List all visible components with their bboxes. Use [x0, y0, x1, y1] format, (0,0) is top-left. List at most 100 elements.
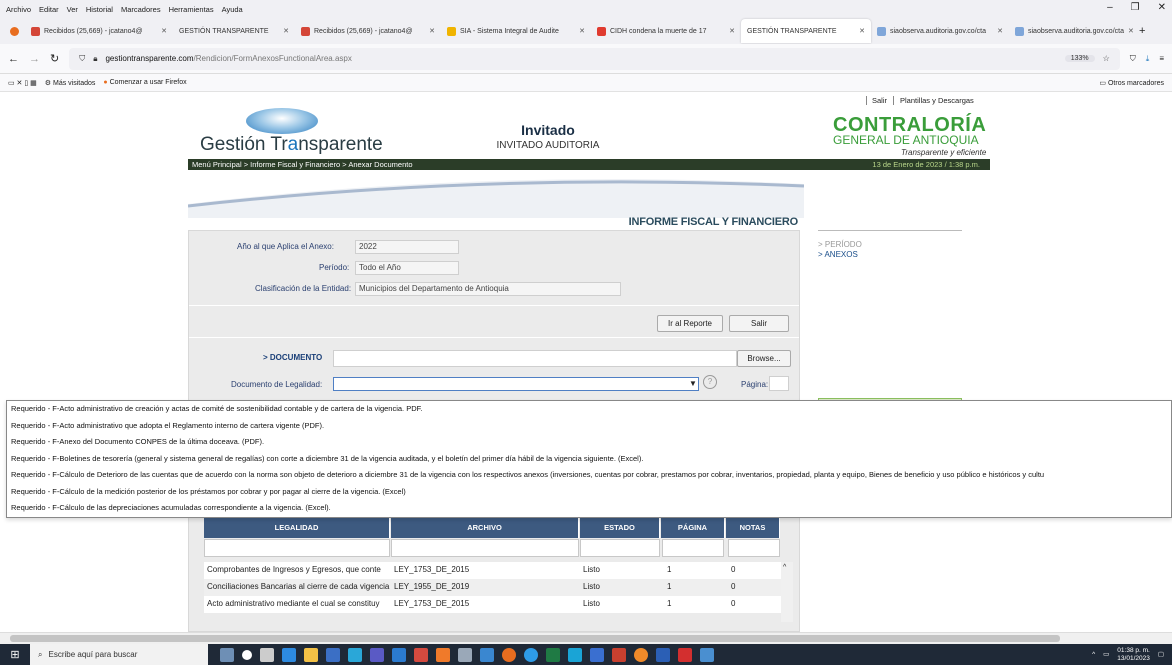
other-bookmarks[interactable]: ▭ Otros marcadores — [1099, 79, 1164, 87]
chrome-icon[interactable] — [524, 647, 538, 662]
word-icon[interactable] — [656, 647, 670, 662]
scroll-up-icon[interactable]: ^ — [781, 564, 786, 571]
app-icon[interactable] — [436, 647, 450, 662]
menu-ayuda[interactable]: Ayuda — [222, 5, 243, 14]
col-legalidad[interactable]: LEGALIDAD — [204, 516, 390, 538]
pagina-input[interactable] — [769, 376, 789, 391]
dropdown-option[interactable]: Requerido - F-Boletines de tesorería (ge… — [7, 451, 1171, 468]
firefox-icon[interactable] — [502, 647, 516, 662]
pocket-icon[interactable]: ⛉ — [1130, 54, 1136, 64]
close-tab-icon[interactable]: ✕ — [429, 27, 435, 35]
col-pagina[interactable]: PÁGINA — [661, 516, 725, 538]
documento-legalidad-select[interactable] — [333, 377, 699, 391]
forward-icon[interactable]: → — [29, 53, 40, 65]
help-icon[interactable]: ? — [703, 375, 717, 389]
app-icon[interactable] — [458, 647, 472, 662]
salir-button[interactable]: Salir — [729, 315, 789, 332]
col-notas[interactable]: NOTAS — [726, 516, 780, 538]
clasificacion-field[interactable]: Municipios del Departamento de Antioquia — [355, 282, 621, 296]
minimize-button[interactable]: – — [1107, 2, 1113, 13]
windows-start-icon[interactable]: ⊞ — [0, 648, 30, 661]
dropdown-option[interactable]: Requerido - F-Cálculo de Deterioro de la… — [7, 467, 1171, 484]
app-icon[interactable] — [220, 647, 234, 662]
sidenav-anexos[interactable]: > ANEXOS — [818, 250, 862, 260]
app-icon[interactable] — [634, 647, 648, 662]
notifications-icon[interactable]: ▢ — [1158, 651, 1164, 659]
plantillas-link[interactable]: Plantillas y Descargas — [893, 96, 974, 105]
menu-herramientas[interactable]: Herramientas — [169, 5, 214, 14]
url-bar[interactable]: ⛉ 🔒︎ gestiontransparente.com/Rendicion/F… — [69, 47, 1120, 70]
filter-archivo[interactable] — [391, 539, 579, 557]
app-menu-icon[interactable]: ≡ — [1159, 54, 1164, 63]
bookmark-star-icon[interactable]: ☆ — [1103, 54, 1110, 63]
tab-siaobserva-2[interactable]: siaobserva.auditoria.gov.co/cta ✕ — [1009, 19, 1135, 43]
firefox-bookmark[interactable]: ● Comenzar a usar Firefox — [103, 79, 186, 86]
filter-notas[interactable] — [728, 539, 780, 557]
dropdown-option[interactable]: Requerido - F-Cálculo de las depreciacio… — [7, 500, 1171, 517]
table-row[interactable]: Acto administrativo mediante el cual se … — [204, 596, 781, 613]
reload-icon[interactable]: ↻ — [50, 52, 59, 65]
tab-cidh[interactable]: CIDH condena la muerte de 17 ✕ — [591, 19, 741, 43]
menu-marcadores[interactable]: Marcadores — [121, 5, 161, 14]
maximize-button[interactable]: ❐ — [1131, 2, 1140, 13]
bookmarks-tools-icon[interactable]: ▭ ✕ ▯ ▦ — [8, 79, 37, 87]
close-tab-icon[interactable]: ✕ — [579, 27, 585, 35]
store-icon[interactable] — [326, 647, 340, 662]
table-row[interactable]: Conciliaciones Bancarias al cierre de ca… — [204, 579, 781, 596]
periodo-field[interactable]: Todo el Año — [355, 261, 459, 275]
app-icon[interactable] — [590, 647, 604, 662]
zoom-indicator[interactable]: 133% — [1064, 55, 1095, 62]
app-icon[interactable] — [414, 647, 428, 662]
col-archivo[interactable]: ARCHIVO — [391, 516, 579, 538]
close-tab-icon[interactable]: ✕ — [283, 27, 289, 35]
most-visited-bookmark[interactable]: ⚙ Más visitados — [45, 79, 96, 87]
chevron-down-icon[interactable]: ▼ — [689, 379, 697, 388]
menu-editar[interactable]: Editar — [39, 5, 59, 14]
edge-icon[interactable] — [282, 647, 296, 662]
scroll-thumb[interactable] — [10, 635, 1060, 642]
tab-gmail-1[interactable]: Recibidos (25,669) - jcatano4@ ✕ — [25, 19, 173, 43]
sidenav-periodo[interactable]: > PERÍODO — [818, 240, 862, 250]
table-scrollbar[interactable]: ^ — [781, 562, 793, 622]
horizontal-scrollbar[interactable] — [0, 632, 1172, 644]
dropdown-option[interactable]: Requerido - F-Cálculo de la medición pos… — [7, 484, 1171, 501]
teams-icon[interactable] — [370, 647, 384, 662]
browse-button[interactable]: Browse... — [737, 350, 791, 367]
app-icon[interactable] — [480, 647, 494, 662]
tab-sia[interactable]: SIA - Sistema Integral de Audite ✕ — [441, 19, 591, 43]
app-icon[interactable] — [568, 647, 582, 662]
close-tab-icon[interactable]: ✕ — [859, 27, 865, 35]
tab-gestion-1[interactable]: GESTIÓN TRANSPARENTE ✕ — [173, 19, 295, 43]
filter-pagina[interactable] — [662, 539, 724, 557]
breadcrumb[interactable]: Menú Principal > Informe Fiscal y Financ… — [192, 160, 413, 169]
close-tab-icon[interactable]: ✕ — [1128, 27, 1134, 35]
file-path-input[interactable] — [333, 350, 737, 367]
tab-gmail-2[interactable]: Recibidos (25,669) - jcatano4@ ✕ — [295, 19, 441, 43]
tab-siaobserva-1[interactable]: siaobserva.auditoria.gov.co/cta ✕ — [871, 19, 1009, 43]
menu-ver[interactable]: Ver — [67, 5, 78, 14]
dropdown-option[interactable]: Requerido - F-Acto administrativo de cre… — [7, 401, 1171, 418]
clock[interactable]: 01:38 p. m. 13/01/2023 — [1117, 647, 1150, 663]
download-icon[interactable]: ⤓ — [1146, 54, 1150, 64]
salir-link[interactable]: Salir — [872, 96, 887, 105]
menu-historial[interactable]: Historial — [86, 5, 113, 14]
tab-gestion-active[interactable]: GESTIÓN TRANSPARENTE ✕ — [741, 19, 871, 43]
close-tab-icon[interactable]: ✕ — [729, 27, 735, 35]
back-icon[interactable]: ← — [8, 53, 19, 65]
close-tab-icon[interactable]: ✕ — [997, 27, 1003, 35]
col-estado[interactable]: ESTADO — [580, 516, 660, 538]
ir-al-reporte-button[interactable]: Ir al Reporte — [657, 315, 723, 332]
explorer-icon[interactable] — [304, 647, 318, 662]
taskbar-search[interactable]: ⌕ Escribe aquí para buscar — [30, 644, 208, 665]
excel-icon[interactable] — [546, 647, 560, 662]
app-icon[interactable] — [700, 647, 714, 662]
app-icon[interactable] — [612, 647, 626, 662]
tray-chevron-icon[interactable]: ^ — [1092, 651, 1095, 659]
anio-field[interactable]: 2022 — [355, 240, 459, 254]
gestion-transparente-logo[interactable]: Gestión Transparente — [200, 134, 383, 156]
app-icon[interactable] — [392, 647, 406, 662]
task-view-icon[interactable] — [260, 647, 274, 662]
mail-icon[interactable] — [348, 647, 362, 662]
table-row[interactable]: Comprobantes de Ingresos y Egresos, que … — [204, 562, 781, 579]
filter-legalidad[interactable] — [204, 539, 390, 557]
